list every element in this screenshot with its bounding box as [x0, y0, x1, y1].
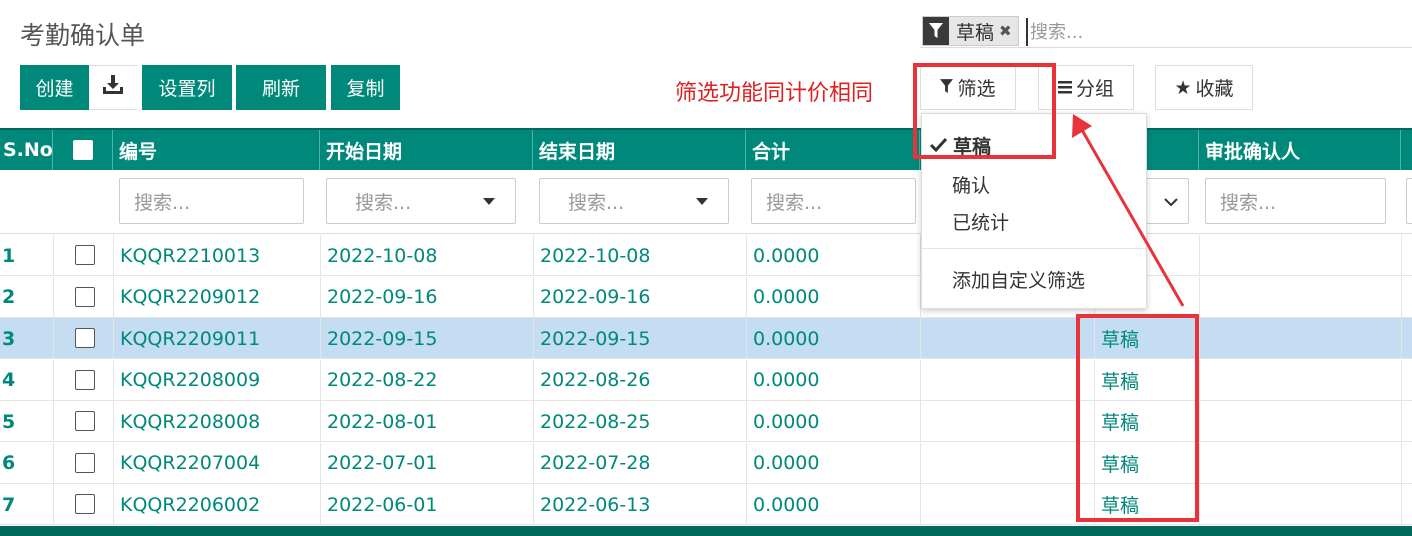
footer-bar	[0, 526, 1412, 536]
annotation-arrow	[1072, 114, 1185, 307]
